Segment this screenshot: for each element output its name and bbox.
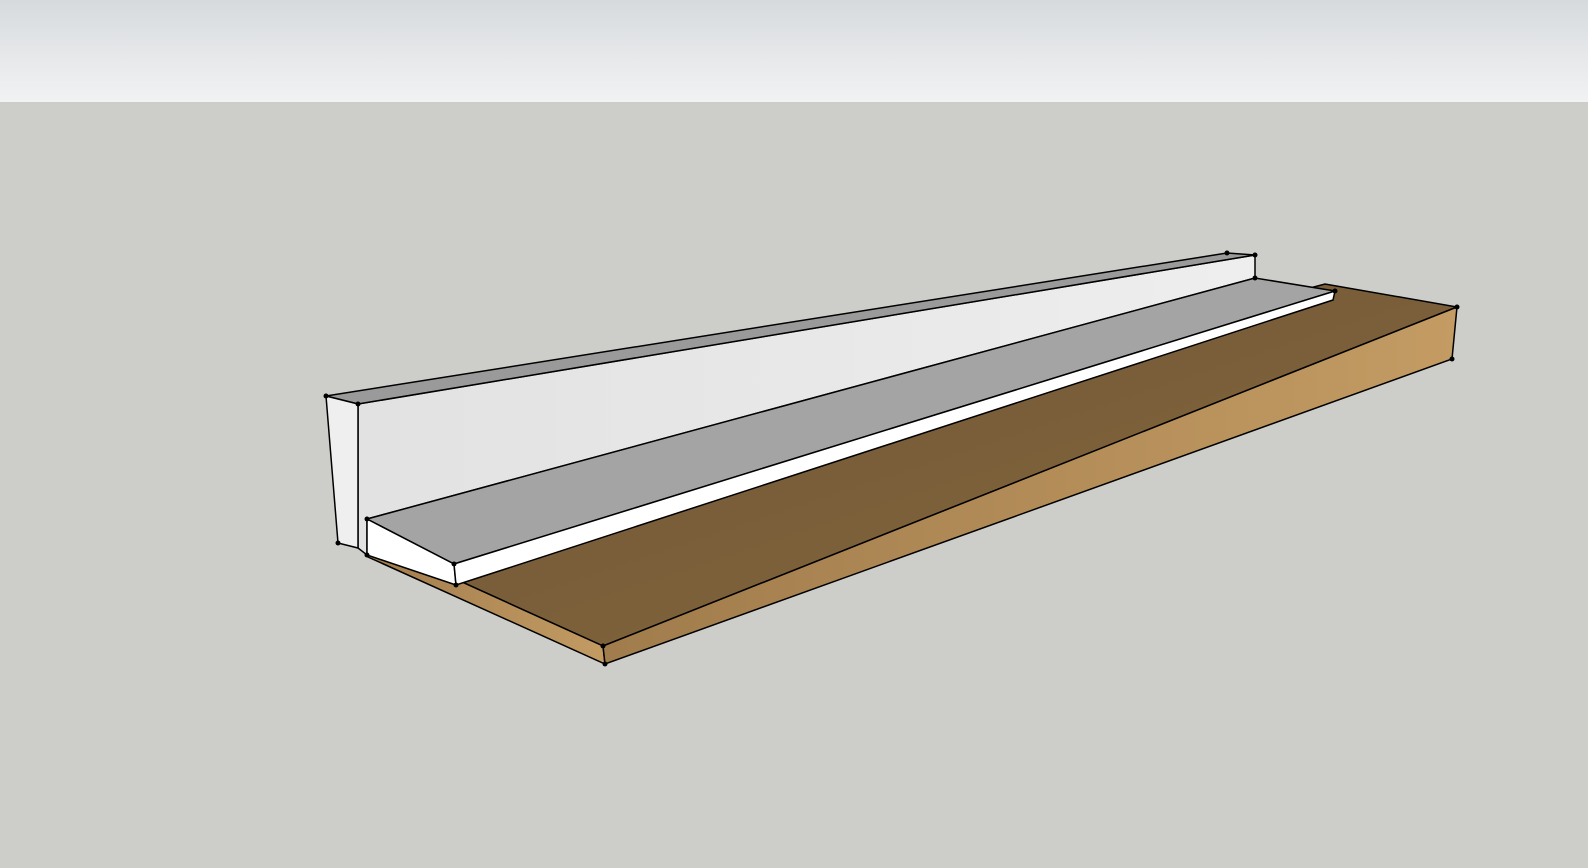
3d-model[interactable] [0, 0, 1588, 868]
wall-end-face[interactable] [325, 395, 359, 549]
modeling-viewport[interactable] [0, 0, 1588, 868]
